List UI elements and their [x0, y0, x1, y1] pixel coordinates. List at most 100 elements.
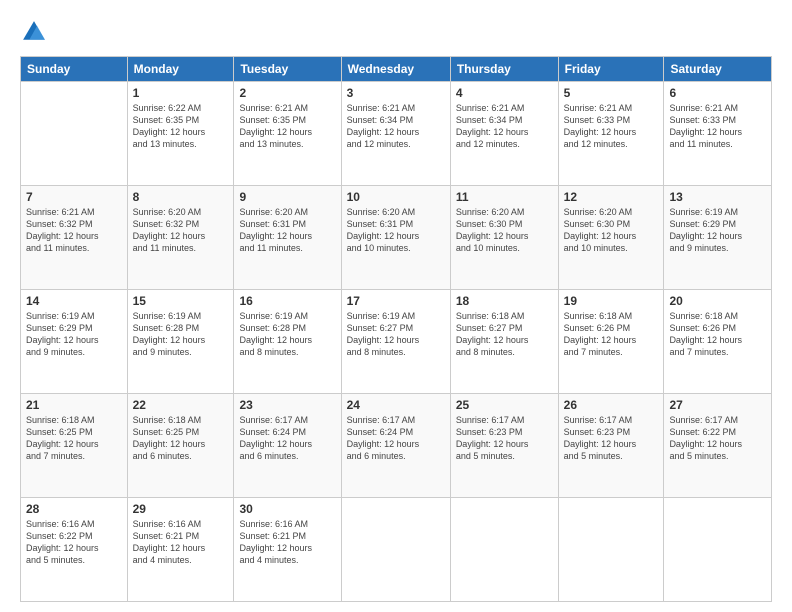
day-info: Sunrise: 6:19 AM Sunset: 6:29 PM Dayligh…: [669, 206, 766, 255]
calendar-week-row: 7 Sunrise: 6:21 AM Sunset: 6:32 PM Daylig…: [21, 186, 772, 290]
calendar-week-row: 14 Sunrise: 6:19 AM Sunset: 6:29 PM Dayli…: [21, 290, 772, 394]
table-row: 16 Sunrise: 6:19 AM Sunset: 6:28 PM Dayli…: [234, 290, 341, 394]
table-row: 6 Sunrise: 6:21 AM Sunset: 6:33 PM Daylig…: [664, 82, 772, 186]
day-number: 7: [26, 190, 122, 204]
table-row: 17 Sunrise: 6:19 AM Sunset: 6:27 PM Dayli…: [341, 290, 450, 394]
day-info: Sunrise: 6:18 AM Sunset: 6:26 PM Dayligh…: [669, 310, 766, 359]
day-number: 19: [564, 294, 659, 308]
table-row: 28 Sunrise: 6:16 AM Sunset: 6:22 PM Dayli…: [21, 498, 128, 602]
day-info: Sunrise: 6:18 AM Sunset: 6:25 PM Dayligh…: [133, 414, 229, 463]
day-number: 26: [564, 398, 659, 412]
col-thursday: Thursday: [450, 57, 558, 82]
col-sunday: Sunday: [21, 57, 128, 82]
table-row: 7 Sunrise: 6:21 AM Sunset: 6:32 PM Daylig…: [21, 186, 128, 290]
table-row: 20 Sunrise: 6:18 AM Sunset: 6:26 PM Dayli…: [664, 290, 772, 394]
day-info: Sunrise: 6:20 AM Sunset: 6:30 PM Dayligh…: [456, 206, 553, 255]
day-info: Sunrise: 6:18 AM Sunset: 6:25 PM Dayligh…: [26, 414, 122, 463]
table-row: 1 Sunrise: 6:22 AM Sunset: 6:35 PM Daylig…: [127, 82, 234, 186]
day-info: Sunrise: 6:20 AM Sunset: 6:32 PM Dayligh…: [133, 206, 229, 255]
day-number: 13: [669, 190, 766, 204]
day-info: Sunrise: 6:20 AM Sunset: 6:30 PM Dayligh…: [564, 206, 659, 255]
table-row: 12 Sunrise: 6:20 AM Sunset: 6:30 PM Dayli…: [558, 186, 664, 290]
table-row: 29 Sunrise: 6:16 AM Sunset: 6:21 PM Dayli…: [127, 498, 234, 602]
logo-icon: [20, 18, 48, 46]
table-row: 5 Sunrise: 6:21 AM Sunset: 6:33 PM Daylig…: [558, 82, 664, 186]
day-number: 2: [239, 86, 335, 100]
table-row: 19 Sunrise: 6:18 AM Sunset: 6:26 PM Dayli…: [558, 290, 664, 394]
day-number: 30: [239, 502, 335, 516]
col-saturday: Saturday: [664, 57, 772, 82]
table-row: 22Sunrise: 6:18 AM Sunset: 6:25 PM Dayli…: [127, 394, 234, 498]
col-wednesday: Wednesday: [341, 57, 450, 82]
day-number: 10: [347, 190, 445, 204]
table-row: 11 Sunrise: 6:20 AM Sunset: 6:30 PM Dayli…: [450, 186, 558, 290]
day-number: 18: [456, 294, 553, 308]
day-info: Sunrise: 6:16 AM Sunset: 6:22 PM Dayligh…: [26, 518, 122, 567]
day-info: Sunrise: 6:19 AM Sunset: 6:27 PM Dayligh…: [347, 310, 445, 359]
day-info: Sunrise: 6:17 AM Sunset: 6:24 PM Dayligh…: [347, 414, 445, 463]
day-number: 11: [456, 190, 553, 204]
table-row: [341, 498, 450, 602]
day-info: Sunrise: 6:21 AM Sunset: 6:32 PM Dayligh…: [26, 206, 122, 255]
day-info: Sunrise: 6:18 AM Sunset: 6:26 PM Dayligh…: [564, 310, 659, 359]
day-number: 1: [133, 86, 229, 100]
day-info: Sunrise: 6:17 AM Sunset: 6:23 PM Dayligh…: [564, 414, 659, 463]
day-info: Sunrise: 6:21 AM Sunset: 6:34 PM Dayligh…: [456, 102, 553, 151]
day-info: Sunrise: 6:17 AM Sunset: 6:23 PM Dayligh…: [456, 414, 553, 463]
day-number: 12: [564, 190, 659, 204]
col-friday: Friday: [558, 57, 664, 82]
day-number: 5: [564, 86, 659, 100]
day-info: Sunrise: 6:21 AM Sunset: 6:35 PM Dayligh…: [239, 102, 335, 151]
day-number: 16: [239, 294, 335, 308]
day-number: 29: [133, 502, 229, 516]
day-number: 8: [133, 190, 229, 204]
calendar-header-row: Sunday Monday Tuesday Wednesday Thursday…: [21, 57, 772, 82]
day-info: Sunrise: 6:18 AM Sunset: 6:27 PM Dayligh…: [456, 310, 553, 359]
day-info: Sunrise: 6:22 AM Sunset: 6:35 PM Dayligh…: [133, 102, 229, 151]
logo: [20, 18, 52, 46]
header: [20, 18, 772, 46]
table-row: 24Sunrise: 6:17 AM Sunset: 6:24 PM Dayli…: [341, 394, 450, 498]
table-row: 14 Sunrise: 6:19 AM Sunset: 6:29 PM Dayli…: [21, 290, 128, 394]
day-number: 17: [347, 294, 445, 308]
table-row: 3 Sunrise: 6:21 AM Sunset: 6:34 PM Daylig…: [341, 82, 450, 186]
table-row: 8 Sunrise: 6:20 AM Sunset: 6:32 PM Daylig…: [127, 186, 234, 290]
day-number: 3: [347, 86, 445, 100]
day-number: 20: [669, 294, 766, 308]
day-number: 4: [456, 86, 553, 100]
day-info: Sunrise: 6:21 AM Sunset: 6:33 PM Dayligh…: [564, 102, 659, 151]
table-row: 13 Sunrise: 6:19 AM Sunset: 6:29 PM Dayli…: [664, 186, 772, 290]
table-row: 21Sunrise: 6:18 AM Sunset: 6:25 PM Dayli…: [21, 394, 128, 498]
table-row: 23 Sunrise: 6:17 AM Sunset: 6:24 PM Dayli…: [234, 394, 341, 498]
calendar-week-row: 1 Sunrise: 6:22 AM Sunset: 6:35 PM Daylig…: [21, 82, 772, 186]
table-row: 10 Sunrise: 6:20 AM Sunset: 6:31 PM Dayli…: [341, 186, 450, 290]
table-row: 18 Sunrise: 6:18 AM Sunset: 6:27 PM Dayli…: [450, 290, 558, 394]
table-row: 25 Sunrise: 6:17 AM Sunset: 6:23 PM Dayli…: [450, 394, 558, 498]
table-row: 27Sunrise: 6:17 AM Sunset: 6:22 PM Dayli…: [664, 394, 772, 498]
table-row: [21, 82, 128, 186]
day-number: 28: [26, 502, 122, 516]
day-number: 25: [456, 398, 553, 412]
day-info: Sunrise: 6:20 AM Sunset: 6:31 PM Dayligh…: [239, 206, 335, 255]
table-row: [558, 498, 664, 602]
day-number: 9: [239, 190, 335, 204]
page: Sunday Monday Tuesday Wednesday Thursday…: [0, 0, 792, 612]
day-info: Sunrise: 6:20 AM Sunset: 6:31 PM Dayligh…: [347, 206, 445, 255]
day-number: 23: [239, 398, 335, 412]
day-number: 6: [669, 86, 766, 100]
day-info: Sunrise: 6:16 AM Sunset: 6:21 PM Dayligh…: [239, 518, 335, 567]
day-info: Sunrise: 6:17 AM Sunset: 6:22 PM Dayligh…: [669, 414, 766, 463]
day-info: Sunrise: 6:17 AM Sunset: 6:24 PM Dayligh…: [239, 414, 335, 463]
table-row: 15Sunrise: 6:19 AM Sunset: 6:28 PM Dayli…: [127, 290, 234, 394]
day-number: 15: [133, 294, 229, 308]
table-row: [664, 498, 772, 602]
day-number: 14: [26, 294, 122, 308]
table-row: 2 Sunrise: 6:21 AM Sunset: 6:35 PM Daylig…: [234, 82, 341, 186]
day-info: Sunrise: 6:19 AM Sunset: 6:29 PM Dayligh…: [26, 310, 122, 359]
col-tuesday: Tuesday: [234, 57, 341, 82]
day-info: Sunrise: 6:21 AM Sunset: 6:34 PM Dayligh…: [347, 102, 445, 151]
day-info: Sunrise: 6:21 AM Sunset: 6:33 PM Dayligh…: [669, 102, 766, 151]
day-info: Sunrise: 6:16 AM Sunset: 6:21 PM Dayligh…: [133, 518, 229, 567]
calendar: Sunday Monday Tuesday Wednesday Thursday…: [20, 56, 772, 602]
day-info: Sunrise: 6:19 AM Sunset: 6:28 PM Dayligh…: [239, 310, 335, 359]
